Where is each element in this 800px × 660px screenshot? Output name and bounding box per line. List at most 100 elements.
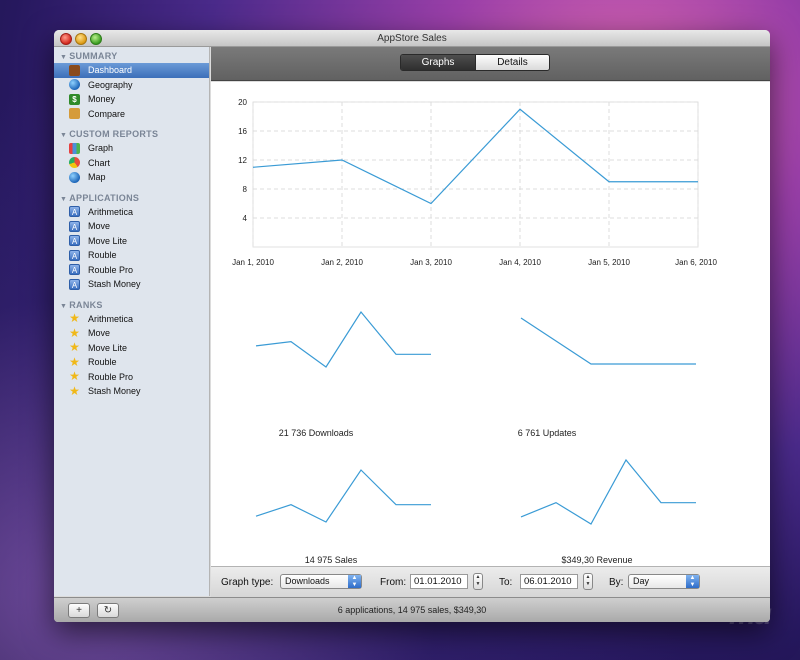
- x-tick-label: Jan 6, 2010: [675, 258, 717, 267]
- bar-graph-icon: [69, 142, 80, 154]
- sidebar-section-summary[interactable]: ▼ SUMMARY: [54, 49, 209, 63]
- charts-canvas: 4 8 12 16 20 Jan 1, 2010 Jan 2, 2010 Jan 3, 201…: [232, 98, 717, 565]
- sidebar-item-geography[interactable]: Geography: [54, 78, 209, 93]
- sparkline-caption: $349,30 Revenue: [561, 555, 632, 565]
- star-icon: ★: [69, 325, 80, 340]
- from-date-field[interactable]: 01.01.2010: [410, 574, 468, 589]
- disclosure-triangle-icon[interactable]: ▼: [60, 132, 67, 139]
- chart-plot-frame: [252, 101, 699, 248]
- by-period-value: Day: [633, 576, 650, 586]
- sidebar-item-map[interactable]: Map: [54, 170, 209, 185]
- updates-caption: 6 761 Updates: [517, 428, 577, 438]
- close-window-button[interactable]: [60, 33, 72, 45]
- star-icon: ★: [69, 311, 80, 326]
- sparkline-updates: [520, 317, 696, 365]
- sidebar-section-label: CUSTOM REPORTS: [69, 129, 159, 139]
- star-icon: ★: [69, 383, 80, 398]
- app-icon: A: [69, 249, 80, 261]
- app-icon: A: [69, 235, 80, 247]
- popup-arrows-icon: ▲ ▼: [686, 575, 699, 588]
- sidebar-item-graph[interactable]: Graph: [54, 141, 209, 156]
- sidebar-item-label: Stash Money: [88, 386, 141, 396]
- sidebar-item-move[interactable]: ★ Move: [54, 326, 209, 341]
- graph-options-bar: Graph type: Downloads ▲ ▼ From: 01.01.201…: [211, 566, 770, 597]
- sidebar-item-label: Move Lite: [88, 342, 128, 353]
- sidebar-section-applications[interactable]: ▼ APPLICATIONS: [54, 191, 209, 205]
- sidebar-item-compare[interactable]: Compare: [54, 107, 209, 122]
- to-date-field[interactable]: 06.01.2010: [520, 574, 578, 589]
- to-label: To:: [499, 577, 513, 588]
- sparkline-caption: 14 975 Sales: [305, 555, 358, 565]
- add-button[interactable]: +: [68, 603, 90, 618]
- sidebar-item-rouble[interactable]: A Rouble: [54, 248, 209, 263]
- app-icon: A: [69, 206, 80, 218]
- sidebar-section-label: APPLICATIONS: [69, 192, 140, 203]
- view-tab-bar: Graphs Details: [211, 47, 770, 81]
- from-date-stepper[interactable]: ▲ ▼: [473, 573, 483, 590]
- sidebar-item-rouble[interactable]: ★ Rouble: [54, 355, 209, 370]
- sidebar-item-label: Geography: [88, 79, 133, 90]
- graph-type-value: Downloads: [285, 576, 330, 586]
- app-icon: A: [69, 264, 80, 276]
- by-label: By:: [609, 577, 624, 588]
- sidebar-item-label: Money: [88, 94, 116, 104]
- star-icon: ★: [69, 369, 80, 384]
- sidebar: ▼ SUMMARY Dashboard Geography $ Money Compare ▼…: [54, 47, 210, 596]
- disclosure-triangle-icon[interactable]: ▼: [60, 303, 67, 310]
- sidebar-item-label: Compare: [88, 108, 126, 119]
- sidebar-item-arithmetica[interactable]: A Arithmetica: [54, 205, 209, 220]
- sidebar-section-ranks[interactable]: ▼ RANKS: [54, 298, 209, 312]
- minimize-window-button[interactable]: [75, 33, 87, 45]
- sidebar-item-stash-money[interactable]: ★ Stash Money: [54, 384, 209, 399]
- globe-icon: [69, 79, 80, 91]
- globe-icon: [69, 171, 80, 183]
- sidebar-item-label: Dashboard: [88, 65, 133, 75]
- sidebar-item-rouble-pro[interactable]: A Rouble Pro: [54, 263, 209, 278]
- status-text: 6 applications, 14 975 sales, $349,30: [337, 605, 487, 615]
- sidebar-item-move-lite[interactable]: A Move Lite: [54, 234, 209, 249]
- sidebar-item-move[interactable]: A Move: [54, 219, 209, 234]
- x-tick-label: Jan 1, 2010: [232, 258, 274, 267]
- sidebar-item-label: Arithmetica: [88, 313, 134, 324]
- tab-details[interactable]: Details: [475, 55, 549, 70]
- disclosure-triangle-icon[interactable]: ▼: [60, 54, 67, 61]
- disclosure-triangle-icon[interactable]: ▼: [60, 196, 67, 203]
- bottom-bar: 6 applications, 14 975 sales, $349,30 + …: [54, 597, 770, 622]
- by-period-popup[interactable]: Day ▲ ▼: [628, 574, 700, 589]
- sidebar-item-rouble-pro[interactable]: ★ Rouble Pro: [54, 370, 209, 385]
- graph-type-popup[interactable]: Downloads ▲ ▼: [280, 574, 362, 589]
- zoom-window-button[interactable]: [90, 33, 102, 45]
- sidebar-item-label: Chart: [88, 157, 111, 168]
- sidebar-section-label: RANKS: [69, 299, 103, 310]
- tab-graphs[interactable]: Graphs: [401, 55, 475, 70]
- app-window: AppStore Sales ▼ SUMMARY Dashboard Geograph…: [54, 30, 770, 622]
- x-tick-label: Jan 3, 2010: [410, 258, 452, 267]
- window-title: AppStore Sales: [377, 33, 447, 44]
- x-tick-label: Jan 5, 2010: [588, 258, 630, 267]
- sidebar-item-label: Rouble: [88, 357, 117, 367]
- sidebar-item-chart[interactable]: Chart: [54, 156, 209, 171]
- to-date-stepper[interactable]: ▲ ▼: [583, 573, 593, 590]
- sidebar-item-label: Move Lite: [88, 235, 128, 246]
- sidebar-item-dashboard[interactable]: Dashboard: [54, 63, 209, 78]
- view-segmented-control: Graphs Details: [400, 54, 550, 71]
- sidebar-item-move-lite[interactable]: ★ Move Lite: [54, 341, 209, 356]
- x-tick-label: Jan 2, 2010: [321, 258, 363, 267]
- sidebar-section-custom-reports[interactable]: ▼ CUSTOM REPORTS: [54, 127, 209, 141]
- downloads-caption: 21 736 Downloads: [278, 428, 354, 438]
- y-tick-label: 20: [238, 98, 247, 107]
- money-icon: $: [69, 93, 80, 105]
- sidebar-item-stash-money[interactable]: A Stash Money: [54, 277, 209, 292]
- graphs-panel: 4 8 12 16 20 Jan 1, 2010 Jan 2, 2010 Jan 3, 201…: [211, 82, 770, 566]
- sparkline-downloads: [255, 310, 431, 368]
- y-tick-label: 4: [243, 214, 248, 223]
- title-bar[interactable]: AppStore Sales: [54, 30, 770, 47]
- sidebar-item-money[interactable]: $ Money: [54, 92, 209, 107]
- from-label: From:: [380, 577, 407, 588]
- sidebar-section-label: SUMMARY: [69, 51, 118, 61]
- x-tick-label: Jan 4, 2010: [499, 258, 541, 267]
- sidebar-item-arithmetica[interactable]: ★ Arithmetica: [54, 312, 209, 327]
- graph-type-label: Graph type:: [221, 577, 274, 588]
- pie-chart-icon: [69, 157, 80, 169]
- refresh-button[interactable]: ↻: [97, 603, 119, 618]
